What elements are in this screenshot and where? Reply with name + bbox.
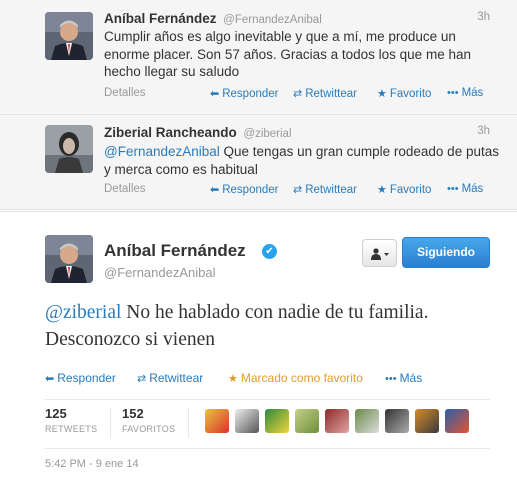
avatar[interactable] xyxy=(45,125,93,173)
favorites-stat[interactable]: 152 FAVORITOS xyxy=(122,406,175,434)
star-icon: ★ xyxy=(377,184,387,196)
tweet-author-name[interactable]: Aníbal Fernández xyxy=(104,11,217,26)
details-link[interactable]: Detalles xyxy=(104,87,146,99)
reply-button[interactable]: ⬅ Responder xyxy=(45,371,116,385)
following-button[interactable]: Siguiendo xyxy=(402,237,490,268)
details-link[interactable]: Detalles xyxy=(104,183,146,195)
tweet-item[interactable]: Aníbal Fernández @FernandezAnibal 3h Cum… xyxy=(0,0,517,115)
favoriter-avatar[interactable] xyxy=(265,409,289,433)
star-icon: ★ xyxy=(228,373,238,385)
favoriter-avatar[interactable] xyxy=(355,409,379,433)
favoriter-avatar[interactable] xyxy=(295,409,319,433)
retweet-icon: ⇄ xyxy=(293,184,303,196)
more-dots-icon: ••• xyxy=(447,183,459,195)
avatar[interactable] xyxy=(45,235,93,283)
tweet-author-name[interactable]: Aníbal Fernández xyxy=(104,241,246,261)
favoriter-avatar[interactable] xyxy=(325,409,349,433)
avatar[interactable] xyxy=(45,12,93,60)
favorite-button[interactable]: ★ Favorito xyxy=(377,183,431,196)
tweet-author-handle[interactable]: @ziberial xyxy=(243,128,291,140)
reply-button[interactable]: ⬅ Responder xyxy=(210,87,278,100)
mention-link[interactable]: @ziberial xyxy=(45,302,121,323)
star-icon: ★ xyxy=(377,88,387,100)
retweet-button[interactable]: ⇄ Retwittear xyxy=(293,183,357,196)
verified-badge-icon: ✔ xyxy=(262,244,277,259)
tweet-author-handle[interactable]: @FernandezAnibal xyxy=(104,265,215,280)
favorite-button[interactable]: ★ Favorito xyxy=(377,87,431,100)
tweet-date[interactable]: 5:42 PM - 9 ene 14 xyxy=(45,458,139,470)
reply-icon: ⬅ xyxy=(210,184,220,196)
tweet-author-handle[interactable]: @FernandezAnibal xyxy=(223,14,322,26)
reply-button[interactable]: ⬅ Responder xyxy=(210,183,278,196)
tweet-author-name[interactable]: Ziberial Rancheando xyxy=(104,125,237,140)
person-dropdown-icon xyxy=(370,246,390,260)
divider xyxy=(110,408,111,438)
tweet-actions: ⬅ Responder ⇄ Retwittear ★ Marcado como fav… xyxy=(45,371,495,389)
reply-icon: ⬅ xyxy=(210,88,220,100)
tweet-text: @ziberial No he hablado con nadie de tu … xyxy=(45,302,429,350)
divider xyxy=(45,448,490,449)
favoriter-avatar[interactable] xyxy=(445,409,469,433)
mention-link[interactable]: @FernandezAnibal xyxy=(104,144,220,159)
favorites-count: 152 xyxy=(122,406,144,421)
retweets-stat[interactable]: 125 RETWEETS xyxy=(45,406,97,434)
favoriter-avatar[interactable] xyxy=(235,409,259,433)
reply-icon: ⬅ xyxy=(45,373,55,385)
retweet-icon: ⇄ xyxy=(137,373,147,385)
favorites-label: FAVORITOS xyxy=(122,424,176,434)
retweet-button[interactable]: ⇄ Retwittear xyxy=(293,87,357,100)
more-dots-icon: ••• xyxy=(447,87,459,99)
tweet-text: Cumplir años es algo inevitable y que a … xyxy=(104,29,471,79)
tweet-actions: Detalles ⬅ Responder ⇄ Retwittear ★ Favorit… xyxy=(104,87,490,103)
retweet-button[interactable]: ⇄ Retwittear xyxy=(137,371,203,385)
tweet-actions: Detalles ⬅ Responder ⇄ Retwittear ★ Favorit… xyxy=(104,183,490,199)
expanded-tweet: Aníbal Fernández ✔ @FernandezAnibal Sigu… xyxy=(0,211,517,477)
tweet-text: @FernandezAnibal Que tengas un gran cump… xyxy=(104,144,499,177)
tweet-header: Aníbal Fernández @FernandezAnibal 3h xyxy=(104,11,490,27)
tweet-timestamp[interactable]: 3h xyxy=(477,11,490,23)
tweet-timestamp[interactable]: 3h xyxy=(477,125,490,137)
tweet-item[interactable]: Ziberial Rancheando @ziberial 3h @Fernan… xyxy=(0,115,517,210)
retweet-icon: ⇄ xyxy=(293,88,303,100)
favoriter-avatar[interactable] xyxy=(385,409,409,433)
favoriter-avatar[interactable] xyxy=(415,409,439,433)
more-button[interactable]: ••• Más xyxy=(447,87,483,99)
divider xyxy=(188,408,189,438)
more-dots-icon: ••• xyxy=(385,373,397,385)
favoriter-avatar[interactable] xyxy=(205,409,229,433)
retweets-count: 125 xyxy=(45,406,67,421)
user-actions-dropdown[interactable] xyxy=(362,239,397,267)
divider xyxy=(45,399,490,400)
more-button[interactable]: ••• Más xyxy=(385,371,422,385)
retweets-label: RETWEETS xyxy=(45,424,98,434)
more-button[interactable]: ••• Más xyxy=(447,183,483,195)
tweet-header: Ziberial Rancheando @ziberial 3h xyxy=(104,125,490,141)
favorited-button[interactable]: ★ Marcado como favorito xyxy=(228,371,363,385)
